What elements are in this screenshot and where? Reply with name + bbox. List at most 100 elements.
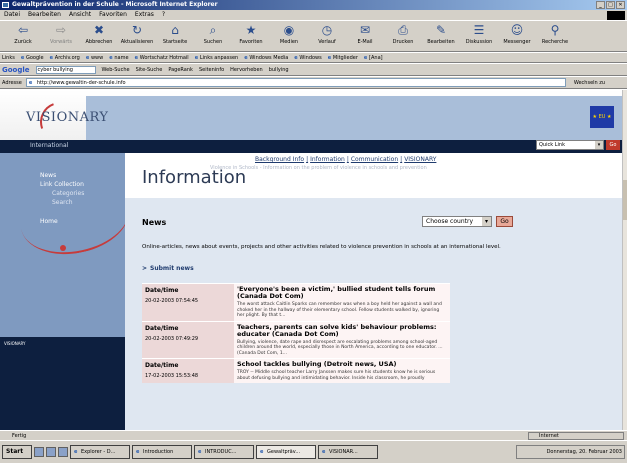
news-description: Online-articles, news about events, proj… bbox=[142, 244, 501, 250]
google-logo[interactable]: Google bbox=[2, 66, 30, 74]
toolbar-button-label: Vorwärts bbox=[50, 39, 72, 45]
links-item-7[interactable]: Windows bbox=[294, 53, 321, 62]
menu-item-5[interactable]: ? bbox=[162, 10, 165, 20]
visionary-logo[interactable]: VISIONARY bbox=[26, 110, 108, 125]
header-band: International bbox=[0, 140, 622, 153]
toolbar-button-label: Favoriten bbox=[239, 39, 263, 45]
close-button[interactable]: ✕ bbox=[616, 1, 625, 9]
address-go-button[interactable]: Wechseln zu bbox=[574, 80, 605, 86]
links-item-3[interactable]: name bbox=[109, 53, 128, 62]
menu-bar: Datei Bearbeiten Ansicht Favoriten Extras? bbox=[0, 10, 627, 20]
start-button[interactable]: Start bbox=[2, 445, 32, 459]
top-nav-link-0[interactable]: Background Info bbox=[255, 156, 304, 163]
toolbar-button-4[interactable]: ⌂ Startseite bbox=[156, 23, 194, 51]
toolbar-button-label: E-Mail bbox=[357, 39, 373, 45]
sidebar-nav-item-1[interactable]: Link Collection bbox=[40, 181, 84, 188]
quicklaunch-outlook-icon[interactable] bbox=[58, 447, 68, 457]
toolbar-button-8[interactable]: ◷ Verlauf bbox=[308, 23, 346, 51]
links-item-8[interactable]: Mitglieder bbox=[328, 53, 358, 62]
address-input[interactable]: http://www.gewaltin-der-schule.info bbox=[25, 78, 566, 87]
taskbar-task-4[interactable]: VISIONAR... bbox=[318, 445, 378, 459]
toolbar-button-10[interactable]: ⎙ Drucken bbox=[384, 23, 422, 51]
back-arrow-icon: ⇦ bbox=[17, 23, 29, 37]
links-item-6[interactable]: Windows Media bbox=[244, 53, 288, 62]
toolbar-button-9[interactable]: ✉ E-Mail bbox=[346, 23, 384, 51]
toolbar-button-3[interactable]: ↻ Aktualisieren bbox=[118, 23, 156, 51]
toolbar-button-label: Abbrechen bbox=[85, 39, 113, 45]
menu-item-0[interactable]: Datei bbox=[4, 10, 20, 20]
google-search-input[interactable]: cyber bullying bbox=[35, 65, 96, 74]
menu-item-3[interactable]: Favoriten bbox=[99, 10, 127, 20]
links-item-9[interactable]: [Ana] bbox=[364, 53, 383, 62]
table-date-header: Date/time bbox=[145, 362, 179, 369]
sidebar-nav-item-4[interactable]: Home bbox=[40, 218, 58, 225]
toolbar-button-1[interactable]: ⇨ Vorwärts bbox=[42, 23, 80, 51]
google-button-1[interactable]: Site-Suche bbox=[136, 67, 163, 73]
scrollbar-thumb[interactable] bbox=[623, 180, 627, 220]
menu-item-4[interactable]: Extras bbox=[135, 10, 154, 20]
arrow-right-icon: > bbox=[142, 265, 148, 272]
table-date-cell: Date/time 20-02-2003 07:49:29 bbox=[142, 321, 234, 358]
links-item-5[interactable]: Links anpassen bbox=[195, 53, 238, 62]
links-item-2[interactable]: www bbox=[86, 53, 103, 62]
sidebar-nav-item-0[interactable]: News bbox=[40, 172, 56, 179]
history-icon: ◷ bbox=[321, 23, 333, 37]
submit-news-label: Submit news bbox=[150, 265, 194, 272]
menu-item-2[interactable]: Ansicht bbox=[69, 10, 91, 20]
sidebar-nav-item-3[interactable]: Search bbox=[52, 199, 73, 206]
top-nav-link-3[interactable]: VISIONARY bbox=[404, 156, 436, 163]
messenger-icon: ☺ bbox=[510, 23, 524, 37]
sidebar-nav-item-2[interactable]: Categories bbox=[52, 190, 84, 197]
country-go-button[interactable]: Go bbox=[496, 216, 513, 227]
toolbar-button-7[interactable]: ◉ Medien bbox=[270, 23, 308, 51]
toolbar-button-14[interactable]: ⚲ Recherche bbox=[536, 23, 574, 51]
quick-link-go-button[interactable]: Go bbox=[606, 140, 620, 150]
quick-link-select[interactable]: Quick Link bbox=[536, 140, 604, 150]
toolbar-button-11[interactable]: ✎ Bearbeiten bbox=[422, 23, 460, 51]
google-button-0[interactable]: Web-Suche bbox=[102, 67, 130, 73]
taskbar-task-0[interactable]: Explorer - D... bbox=[70, 445, 130, 459]
google-button-5[interactable]: bullying bbox=[269, 67, 289, 73]
toolbar-button-label: Bearbeiten bbox=[427, 39, 455, 45]
links-item-0[interactable]: Google bbox=[21, 53, 44, 62]
quicklaunch-desktop-icon[interactable] bbox=[34, 447, 44, 457]
toolbar-button-6[interactable]: ★ Favoriten bbox=[232, 23, 270, 51]
toolbar-button-label: Diskussion bbox=[465, 39, 493, 45]
article-title-link[interactable]: School tackles bullying (Detroit news, U… bbox=[237, 361, 447, 368]
country-select[interactable]: Choose country bbox=[422, 216, 492, 227]
top-nav-link-2[interactable]: Communication bbox=[351, 156, 398, 163]
google-button-2[interactable]: PageRank bbox=[168, 67, 193, 73]
maximize-button[interactable]: □ bbox=[606, 1, 615, 9]
toolbar-button-13[interactable]: ☺ Messenger bbox=[498, 23, 536, 51]
toolbar-button-0[interactable]: ⇦ Zurück bbox=[4, 23, 42, 51]
table-date-value: 17-02-2003 15:53:48 bbox=[145, 373, 199, 379]
quicklaunch-ie-icon[interactable] bbox=[46, 447, 56, 457]
links-item-1[interactable]: Archiv.org bbox=[50, 53, 80, 62]
top-nav-link-1[interactable]: Information bbox=[310, 156, 345, 163]
google-button-3[interactable]: Seiteninfo bbox=[199, 67, 224, 73]
article-title-link[interactable]: 'Everyone's been a victim,' bullied stud… bbox=[237, 286, 447, 300]
table-date-header: Date/time bbox=[145, 287, 179, 294]
submit-news-link[interactable]: > Submit news bbox=[142, 265, 194, 272]
toolbar-button-12[interactable]: ☰ Diskussion bbox=[460, 23, 498, 51]
taskbar-task-2[interactable]: INTRODUC... bbox=[194, 445, 254, 459]
vertical-scrollbar[interactable] bbox=[622, 90, 627, 430]
taskbar-task-3[interactable]: Gewaltpräv... bbox=[256, 445, 316, 459]
google-button-4[interactable]: Hervorheben bbox=[230, 67, 263, 73]
toolbar-button-2[interactable]: ✖ Abbrechen bbox=[80, 23, 118, 51]
article-title-link[interactable]: Teachers, parents can solve kids' behavi… bbox=[237, 323, 447, 338]
minimize-button[interactable]: _ bbox=[596, 1, 605, 9]
taskbar-task-1[interactable]: Introduction bbox=[132, 445, 192, 459]
forward-arrow-icon: ⇨ bbox=[55, 23, 67, 37]
table-article-cell: 'Everyone's been a victim,' bullied stud… bbox=[234, 284, 450, 321]
menu-item-1[interactable]: Bearbeiten bbox=[28, 10, 61, 20]
address-label: Adresse bbox=[2, 79, 22, 86]
links-item-4[interactable]: Wortschatz Hotmail bbox=[135, 53, 189, 62]
eu-flag-icon: ★ EU ★ bbox=[590, 106, 614, 128]
ie-app-icon bbox=[2, 2, 9, 8]
status-bar: Fertig Internet bbox=[0, 430, 627, 440]
page-viewport: VISIONARY ★ EU ★ International Quick Lin… bbox=[0, 90, 622, 430]
toolbar-button-5[interactable]: ⌕ Suchen bbox=[194, 23, 232, 51]
status-text: Fertig bbox=[12, 433, 27, 439]
international-label: International bbox=[30, 142, 69, 149]
